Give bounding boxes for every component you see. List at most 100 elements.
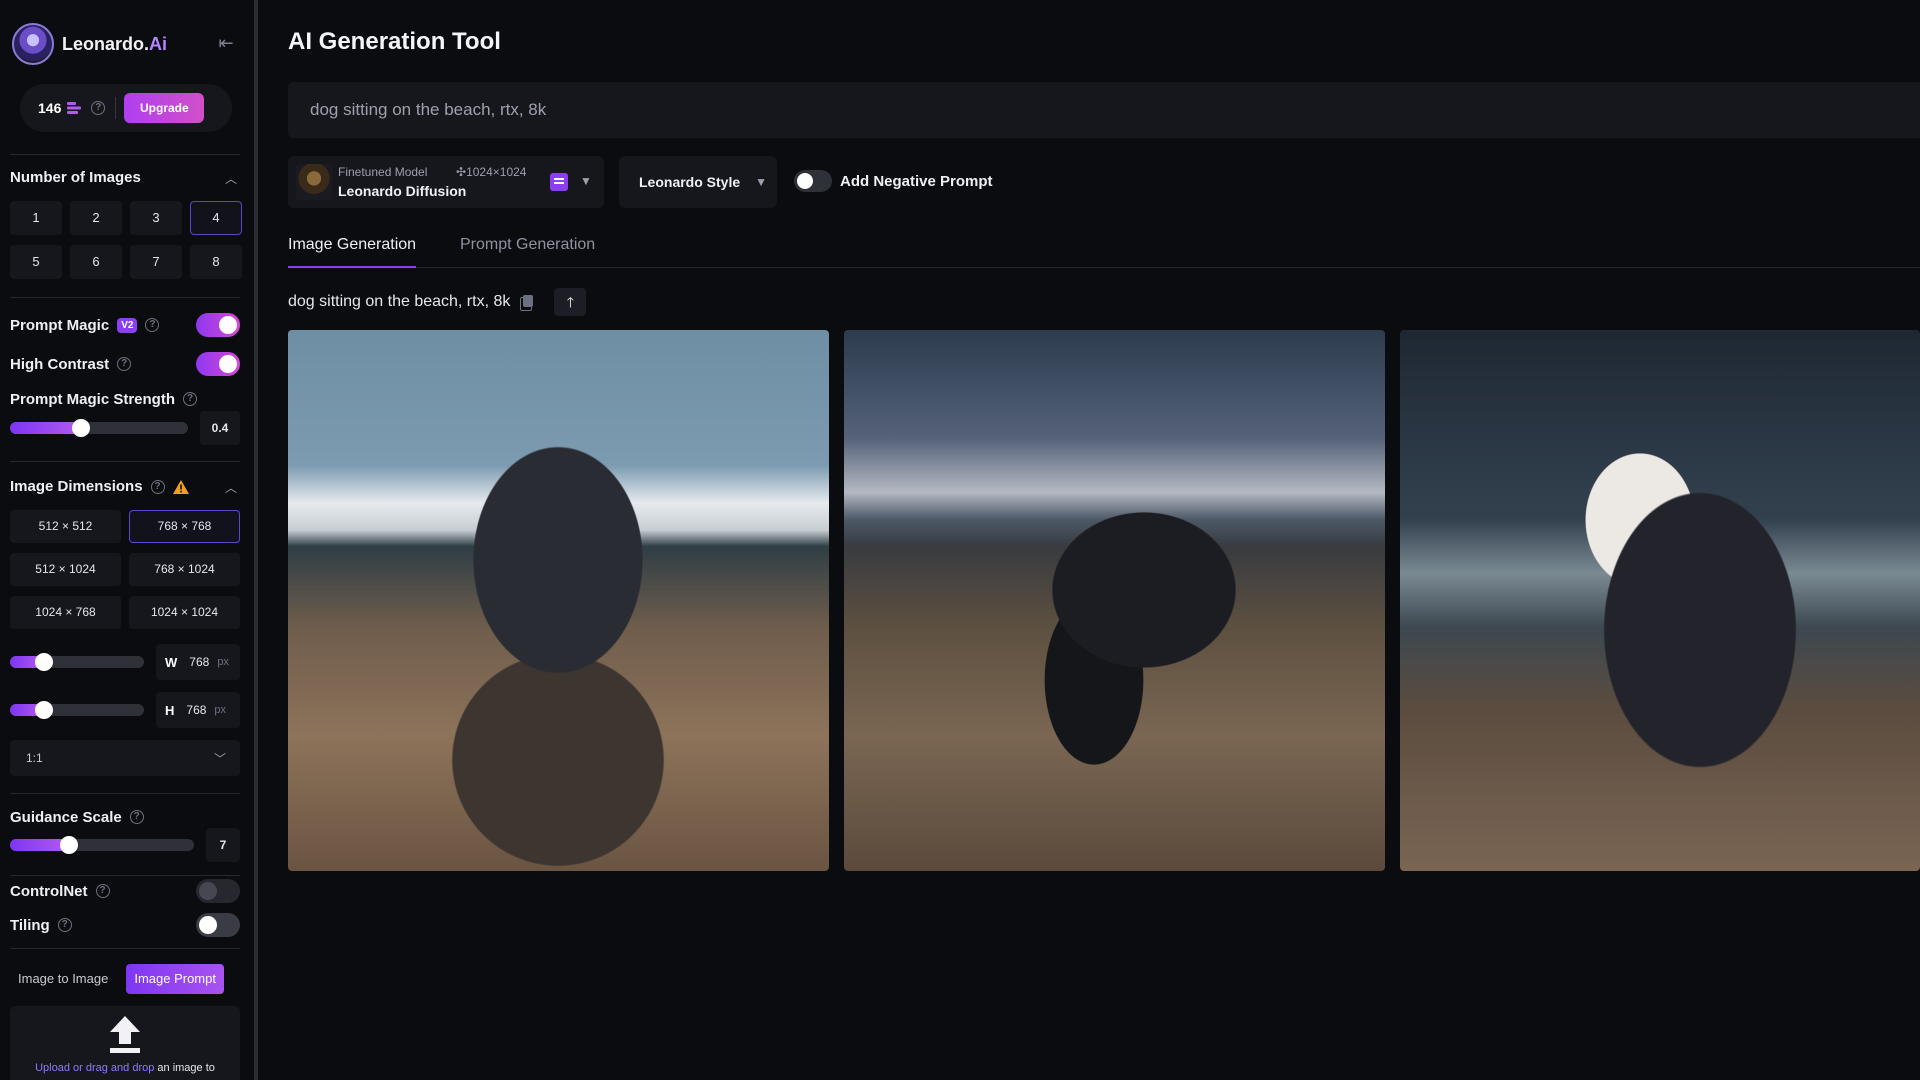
aspect-ratio-select[interactable]: 1:1 ﹀: [10, 740, 240, 776]
guidance-scale-value[interactable]: 7: [206, 828, 240, 862]
slider-thumb[interactable]: [34, 701, 53, 719]
upload-link[interactable]: Upload or drag and drop: [35, 1062, 154, 1074]
prompt-magic-strength-label: Prompt Magic Strength: [10, 390, 176, 408]
model-resolution: ✣1024×1024: [456, 165, 527, 179]
chevron-up-icon[interactable]: ︿: [224, 481, 238, 495]
upload-hint: Upload or drag and drop an image to: [35, 1062, 215, 1074]
width-unit: px: [217, 656, 229, 668]
image-count-3[interactable]: 3: [130, 201, 182, 235]
height-slider[interactable]: [10, 701, 144, 719]
main-panel: AI Generation Tool dog sitting on the be…: [262, 0, 1920, 1080]
reuse-prompt-button[interactable]: 🡑: [554, 288, 587, 316]
dimension-1024x1024[interactable]: 1024 × 1024: [129, 596, 240, 629]
height-field[interactable]: H 768 px: [156, 692, 240, 728]
style-select[interactable]: Leonardo Style ▼: [619, 156, 777, 208]
negative-prompt-label: Add Negative Prompt: [840, 172, 993, 190]
height-value[interactable]: 768: [186, 703, 206, 717]
high-contrast-toggle[interactable]: [196, 352, 240, 376]
help-icon[interactable]: ?: [129, 810, 144, 824]
tab-image-generation[interactable]: Image Generation: [288, 236, 417, 268]
slider-thumb[interactable]: [59, 836, 78, 854]
dimension-512x1024[interactable]: 512 × 1024: [10, 553, 121, 586]
tab-image-to-image[interactable]: Image to Image: [10, 964, 116, 994]
upgrade-button[interactable]: Upgrade: [124, 93, 205, 123]
prompt-magic-strength-value[interactable]: 0.4: [200, 411, 240, 445]
divider: [10, 793, 240, 794]
help-icon[interactable]: ?: [117, 357, 132, 371]
dimension-768x768[interactable]: 768 × 768: [129, 510, 240, 543]
prompt-magic-strength-slider[interactable]: [10, 419, 188, 437]
prompt-magic-row: Prompt Magic V2 ?: [10, 311, 240, 339]
help-icon[interactable]: ?: [145, 318, 160, 332]
image-count-7[interactable]: 7: [130, 245, 182, 279]
guidance-scale-slider[interactable]: [10, 836, 194, 854]
help-icon[interactable]: ?: [91, 101, 106, 115]
sidebar: Leonardo.Ai ⇤ 146 ? Upgrade Number of Im…: [0, 0, 258, 1080]
generation-prompt: dog sitting on the beach, rtx, 8k: [288, 293, 511, 310]
controlnet-row: ControlNet ?: [10, 877, 240, 905]
tiling-toggle[interactable]: [196, 913, 240, 937]
image-count-4[interactable]: 4: [190, 201, 242, 235]
help-icon[interactable]: ?: [57, 918, 72, 932]
image-upload-dropzone[interactable]: Upload or drag and drop an image to: [10, 1006, 240, 1080]
copy-icon[interactable]: [520, 295, 534, 311]
height-key: H: [165, 702, 175, 718]
help-icon[interactable]: ?: [95, 884, 110, 898]
image-count-2[interactable]: 2: [70, 201, 122, 235]
image-input-tabs: Image to Image Image Prompt: [10, 964, 240, 994]
image-count-1[interactable]: 1: [10, 201, 62, 235]
chevron-up-icon[interactable]: ︿: [224, 172, 238, 186]
prompt-text: dog sitting on the beach, rtx, 8k: [310, 100, 547, 119]
slider-thumb[interactable]: [34, 653, 53, 671]
number-of-images-title: Number of Images: [10, 169, 141, 186]
image-dimensions-title: Image Dimensions ?: [10, 478, 189, 495]
toggle-knob: [219, 316, 237, 334]
dimension-768x1024[interactable]: 768 × 1024: [129, 553, 240, 586]
tab-prompt-generation[interactable]: Prompt Generation: [460, 236, 595, 254]
divider: [10, 461, 240, 462]
token-icon: [67, 102, 82, 114]
tab-image-prompt[interactable]: Image Prompt: [126, 964, 224, 994]
page-title: AI Generation Tool: [288, 28, 501, 55]
prompt-magic-toggle[interactable]: [196, 313, 240, 337]
width-slider[interactable]: [10, 653, 144, 671]
dimension-1024x768[interactable]: 1024 × 768: [10, 596, 121, 629]
version-badge: V2: [117, 317, 138, 333]
help-icon[interactable]: ?: [183, 392, 198, 406]
generated-image-2[interactable]: [844, 330, 1385, 871]
help-icon[interactable]: ?: [150, 479, 165, 494]
width-field[interactable]: W 768 px: [156, 644, 240, 680]
toggle-knob: [199, 882, 217, 900]
warning-icon[interactable]: [172, 479, 189, 494]
image-dimensions-grid: 512 × 512 768 × 768 512 × 1024 768 × 102…: [10, 510, 240, 629]
model-details-icon[interactable]: [550, 173, 568, 191]
generated-image-3[interactable]: [1400, 330, 1920, 871]
collapse-sidebar-icon[interactable]: ⇤: [214, 32, 238, 54]
prompt-input[interactable]: dog sitting on the beach, rtx, 8k: [288, 82, 1920, 138]
prompt-magic-strength-row: Prompt Magic Strength ?: [10, 385, 240, 413]
guidance-scale-label: Guidance Scale: [10, 808, 122, 826]
generation-tabs: Image Generation Prompt Generation: [288, 230, 1920, 268]
aspect-ratio-value: 1:1: [26, 751, 43, 765]
leonardo-logo: [12, 23, 54, 65]
slider-thumb[interactable]: [72, 419, 91, 437]
chevron-down-icon: ﹀: [213, 751, 226, 766]
guidance-scale-row: Guidance Scale ?: [10, 803, 240, 831]
generated-image-1[interactable]: [288, 330, 829, 871]
width-value[interactable]: 768: [189, 655, 209, 669]
toggle-knob: [219, 355, 237, 373]
brand[interactable]: Leonardo.Ai: [12, 23, 167, 65]
image-count-8[interactable]: 8: [190, 245, 242, 279]
divider: [10, 948, 240, 949]
model-select[interactable]: Finetuned Model ✣1024×1024 Leonardo Diff…: [288, 156, 604, 208]
image-count-6[interactable]: 6: [70, 245, 122, 279]
negative-prompt-control: Add Negative Prompt: [794, 170, 993, 192]
controlnet-toggle[interactable]: [196, 879, 240, 903]
credits-count: 146: [38, 100, 62, 116]
negative-prompt-toggle[interactable]: [794, 170, 832, 192]
height-unit: px: [214, 704, 227, 716]
dimension-512x512[interactable]: 512 × 512: [10, 510, 121, 543]
image-count-5[interactable]: 5: [10, 245, 62, 279]
model-thumbnail: [296, 164, 332, 200]
number-of-images-grid: 1 2 3 4 5 6 7 8: [10, 201, 242, 279]
